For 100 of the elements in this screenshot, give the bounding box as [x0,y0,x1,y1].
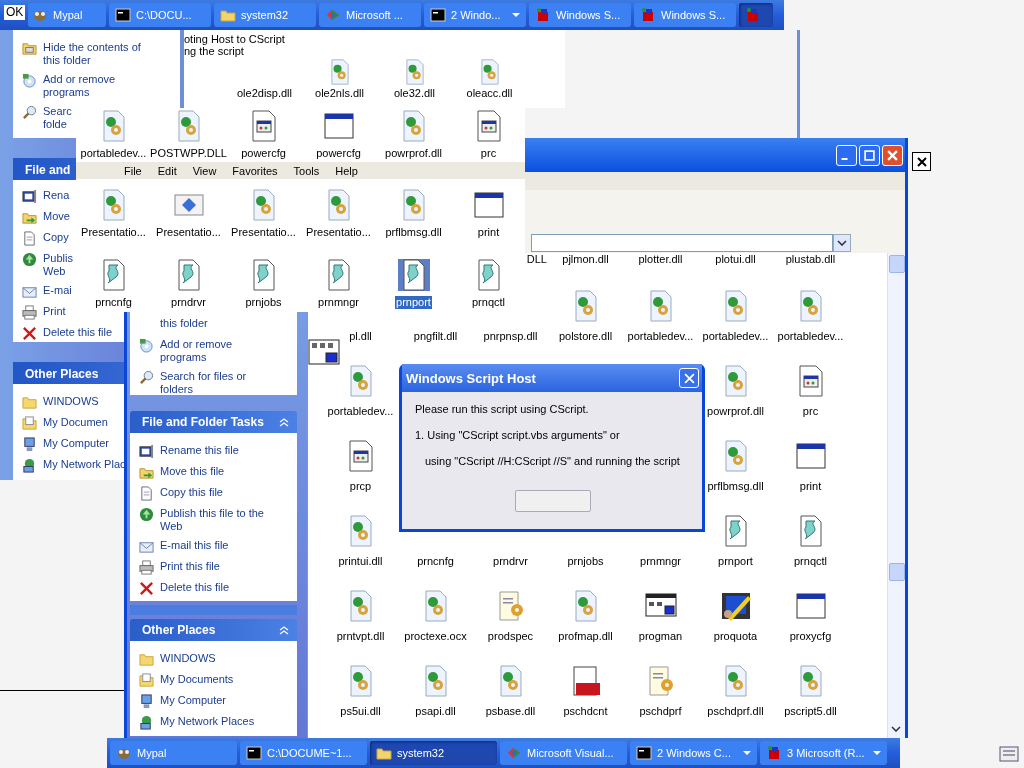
taskbar-button[interactable]: Windows S... [529,3,631,27]
file-name[interactable]: prnjobs [566,555,605,568]
file-name[interactable]: progman [637,630,684,643]
file-name[interactable]: pngfilt.dll [412,330,459,343]
file-name[interactable]: printui.dll [337,555,384,568]
file-name[interactable]: portabledev... [626,330,695,343]
file-name[interactable]: POSTWPP.DLL [149,147,228,160]
file-name[interactable]: prnqctl [793,555,828,568]
file-name[interactable]: prnmngr [639,555,682,568]
file-name[interactable]: ps5ui.dll [339,705,382,718]
taskbar-button[interactable]: Microsoft Visual... [500,741,627,765]
file-name[interactable]: prntvpt.dll [335,630,386,643]
taskbar-button[interactable]: Windows S... [634,3,736,27]
scrollbar[interactable] [887,253,905,738]
section-header[interactable]: Other Places [130,619,297,641]
taskbar-button[interactable]: Mypal [28,3,106,27]
file-name[interactable]: psbase.dll [484,705,537,718]
taskbar-button[interactable]: system32 [214,3,316,27]
file-name[interactable]: plotter.dll [637,253,684,266]
task-link[interactable]: My Computer [43,437,110,450]
file-name[interactable]: proquota [712,630,759,643]
file-name[interactable]: Presentatio... [230,226,297,239]
file-name[interactable]: portabledev... [701,330,770,343]
taskbar-button[interactable]: 2 Windows C... [630,741,757,765]
file-name[interactable]: portabledev... [776,330,845,343]
file-name[interactable]: prodspec [486,630,535,643]
file-name[interactable]: print [798,480,823,493]
task-link[interactable]: Add or remove programs [43,73,116,99]
task-link[interactable]: Rename this file [160,444,239,457]
file-name[interactable]: prcp [348,480,373,493]
file-name[interactable]: prnport [395,296,432,309]
task-link[interactable]: Hide the contents of this folder [43,41,141,67]
task-link[interactable]: Search for files or folders [160,370,247,396]
file-name[interactable]: prflbmsg.dll [384,226,443,239]
scrollbar-thumb[interactable] [889,563,905,581]
file-name[interactable]: portabledev... [79,147,148,160]
section-header[interactable]: File and Folder Tasks [130,411,297,433]
task-link[interactable]: My Documents [160,673,234,686]
file-name[interactable]: prflbmsg.dll [706,480,765,493]
file-name[interactable]: polstore.dll [557,330,614,343]
file-name[interactable]: Presentatio... [305,226,372,239]
task-link[interactable]: Add or remove programs [160,338,233,364]
dropdown-button[interactable] [833,234,851,252]
file-name[interactable]: prnqctl [471,296,506,309]
taskbar-button[interactable]: 2 Windo... [424,3,526,27]
file-name[interactable]: proctexe.ocx [403,630,468,643]
file-name[interactable]: ole32.dll [393,87,436,100]
task-link[interactable]: Rena [43,189,70,202]
file-name[interactable]: psapi.dll [414,705,457,718]
keyboard-icon[interactable] [999,744,1019,764]
task-link[interactable]: this folder [160,317,208,330]
minimize-button[interactable] [836,144,857,166]
file-name[interactable]: plustab.dll [784,253,837,266]
chevron-down-icon[interactable] [891,726,901,732]
task-link[interactable]: E-mail this file [160,539,229,552]
task-link[interactable]: Delete this file [160,581,230,594]
file-name[interactable]: pschdprf.dll [706,705,765,718]
file-name[interactable]: powercfg [240,147,287,160]
task-link[interactable]: WINDOWS [43,395,99,408]
menu-item[interactable]: Edit [149,164,185,177]
task-link[interactable]: Searc folde [43,105,72,131]
file-name[interactable]: Presentatio... [80,226,147,239]
close-button[interactable] [912,152,931,171]
file-name[interactable]: prnmngr [317,296,360,309]
task-link[interactable]: Print [43,305,66,318]
file-name[interactable]: ole2disp.dll [235,87,293,100]
file-name[interactable]: DLL [525,253,548,266]
file-name[interactable]: plotui.dll [714,253,757,266]
task-link[interactable]: Publish this file to the Web [160,507,264,533]
task-link[interactable]: My Documen [43,416,108,429]
task-link[interactable]: My Computer [160,694,227,707]
file-name[interactable]: prndrvr [170,296,207,309]
file-name[interactable]: prncnfg [416,555,455,568]
file-name[interactable]: pscript5.dll [783,705,838,718]
task-link[interactable]: Copy this file [160,486,223,499]
file-name[interactable]: oleacc.dll [465,87,514,100]
taskbar-button[interactable]: Mypal [110,741,237,765]
file-name[interactable]: Presentatio... [155,226,222,239]
file-name[interactable]: portabledev... [326,405,395,418]
file-name[interactable]: pschdcnt [562,705,609,718]
menu-item[interactable]: View [184,164,225,177]
task-link[interactable]: Copy [43,231,69,244]
scrollbar-thumb[interactable] [889,255,905,273]
file-name[interactable]: powercfg [315,147,362,160]
file-name[interactable]: pschdprf [638,705,683,718]
file-name[interactable]: powrprof.dll [706,405,765,418]
menu-item[interactable]: File [116,164,150,177]
file-name[interactable]: prndrvr [492,555,529,568]
address-field[interactable] [531,234,833,252]
taskbar-button[interactable]: C:\DOCU... [109,3,211,27]
task-link[interactable]: Move [43,210,70,223]
taskbar-button[interactable]: C:\DOCUME~1... [240,741,367,765]
file-name[interactable]: proxycfg [788,630,833,643]
file-name[interactable]: pjlmon.dll [561,253,610,266]
file-name[interactable]: prnjobs [244,296,283,309]
file-name[interactable]: prnport [717,555,754,568]
task-link[interactable]: Move this file [160,465,225,478]
task-link[interactable]: Publis Web [43,252,73,278]
task-link[interactable]: WINDOWS [160,652,216,665]
maximize-button[interactable] [859,144,880,166]
